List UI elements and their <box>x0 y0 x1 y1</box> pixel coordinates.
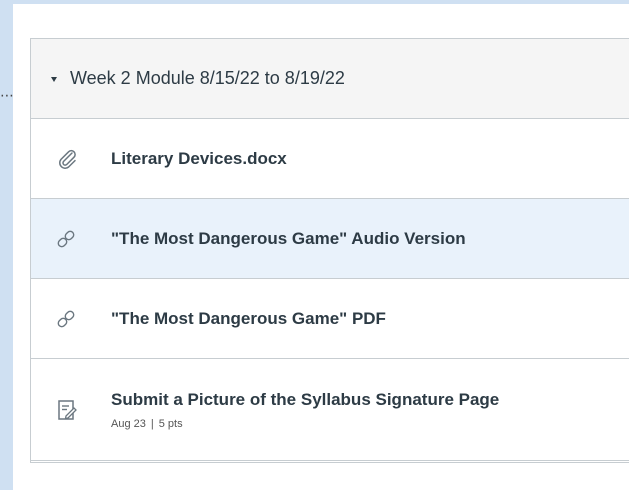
item-title[interactable]: "The Most Dangerous Game" PDF <box>111 309 386 329</box>
link-icon <box>57 230 75 247</box>
meta-separator: | <box>150 417 154 430</box>
caret-down-icon[interactable] <box>51 76 57 82</box>
attachment-icon <box>59 149 76 169</box>
item-text: Submit a Picture of the Syllabus Signatu… <box>111 390 499 430</box>
item-title[interactable]: Submit a Picture of the Syllabus Signatu… <box>111 390 499 410</box>
module-week-2: Week 2 Module 8/15/22 to 8/19/22 Literar… <box>30 38 629 463</box>
points: 5 pts <box>158 417 183 430</box>
due-date: Aug 23 <box>111 417 146 430</box>
assignment-icon <box>58 399 77 420</box>
item-title[interactable]: Literary Devices.docx <box>111 149 287 169</box>
module-title: Week 2 Module 8/15/22 to 8/19/22 <box>70 68 345 88</box>
link-icon <box>57 310 75 327</box>
module-header[interactable]: Week 2 Module 8/15/22 to 8/19/22 <box>31 39 629 119</box>
module-item-syllabus-assignment[interactable]: Submit a Picture of the Syllabus Signatu… <box>31 359 629 461</box>
module-item-audio-version[interactable]: "The Most Dangerous Game" Audio Version <box>31 199 629 279</box>
page-content: Week 2 Module 8/15/22 to 8/19/22 Literar… <box>13 4 629 490</box>
item-meta: Aug 23 | 5 pts <box>111 418 499 430</box>
item-title[interactable]: "The Most Dangerous Game" Audio Version <box>111 229 466 249</box>
overflow-indicator: ⋯ <box>0 88 13 102</box>
module-item-literary-devices[interactable]: Literary Devices.docx <box>31 119 629 199</box>
module-item-pdf[interactable]: "The Most Dangerous Game" PDF <box>31 279 629 359</box>
